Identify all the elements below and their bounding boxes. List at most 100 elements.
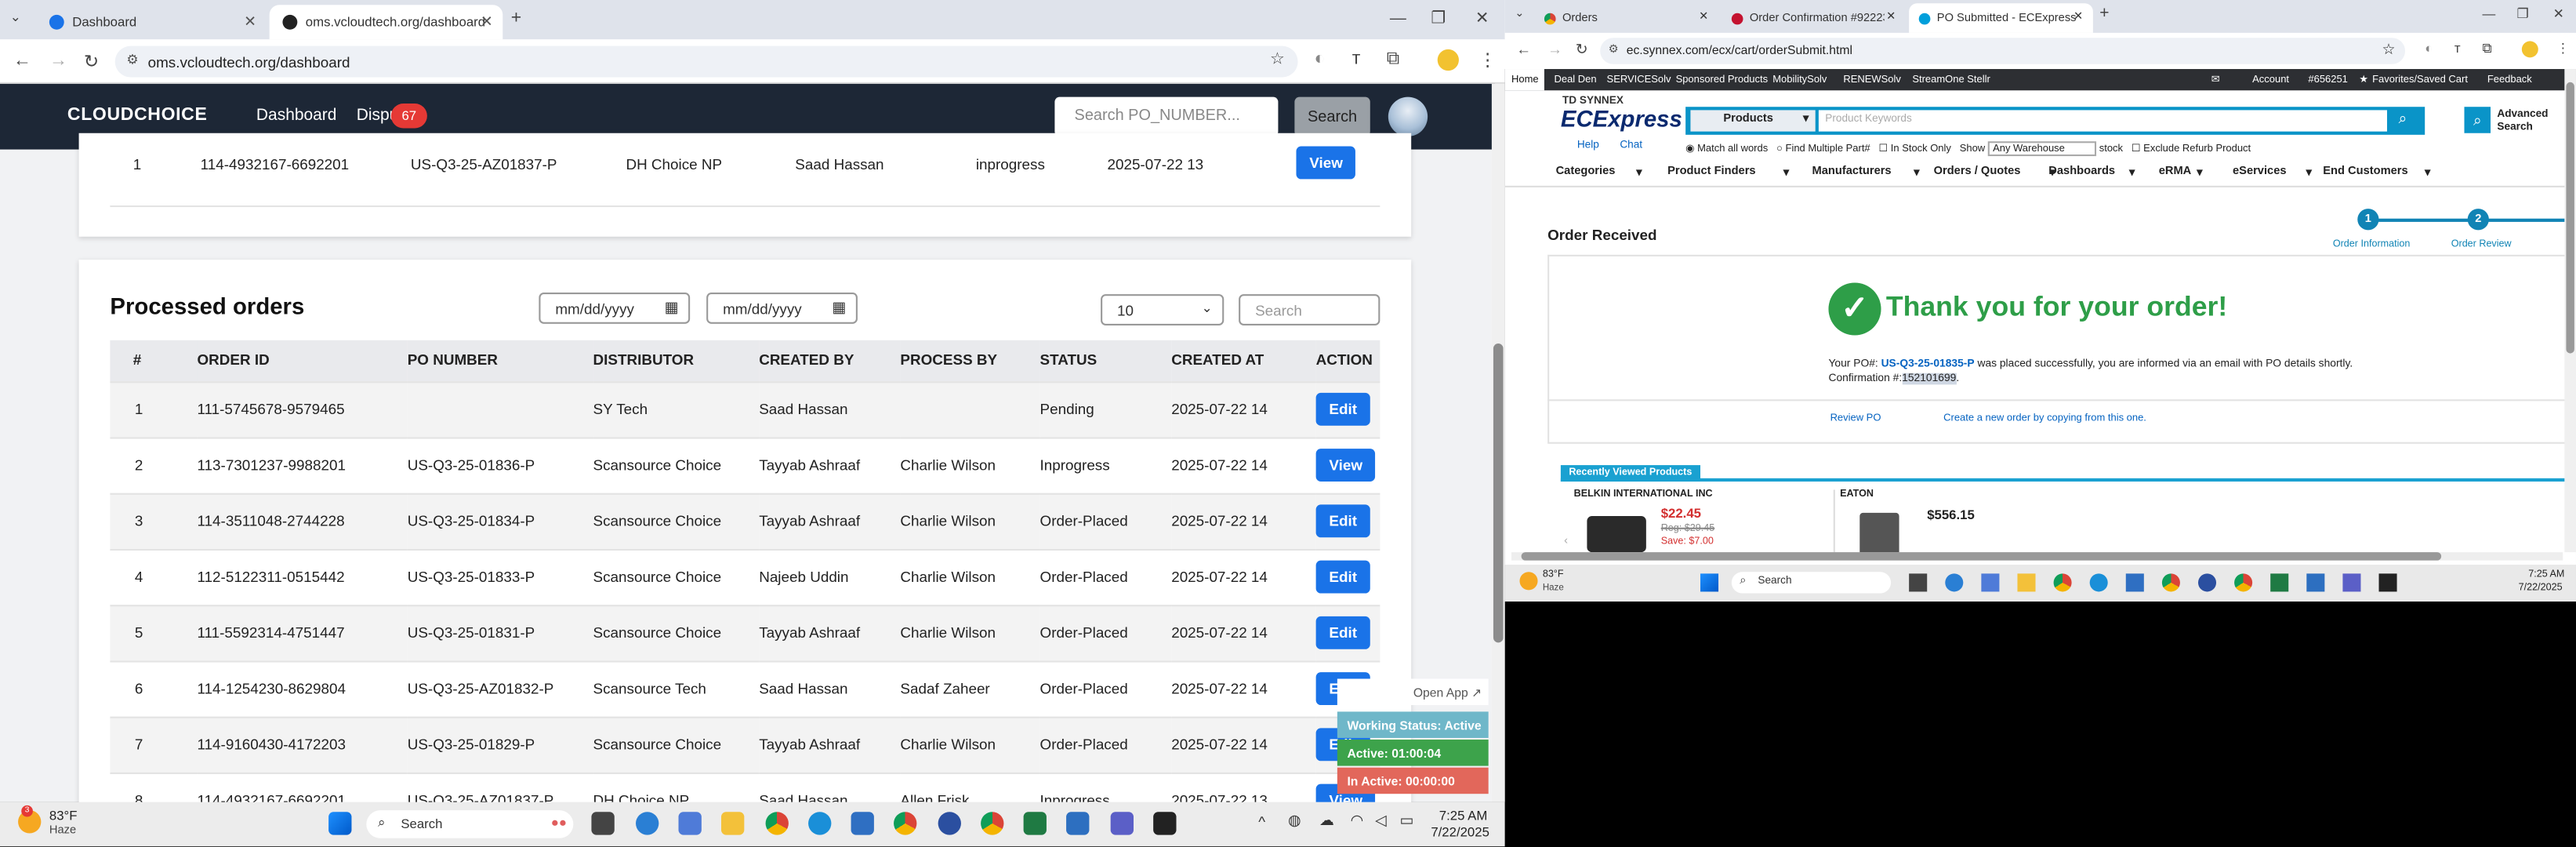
file-explorer-icon[interactable] [2017,573,2036,592]
nav-streamone[interactable]: StreamOne Stellr [1912,74,1990,85]
tray-chevron-up-icon[interactable]: ^ [1258,813,1265,830]
tab-dashboard[interactable]: Dashboard ✕ [36,5,266,39]
keyword-input[interactable]: Product Keywords [1818,110,2387,132]
excel-icon[interactable] [1023,812,1047,835]
menu-dashboards[interactable]: Dashboards [2048,166,2115,178]
close-tab-icon[interactable]: ✕ [1886,10,1896,24]
scrollbar-thumb[interactable] [1493,343,1504,643]
photos-icon[interactable] [1066,812,1090,835]
chrome-profile-icon[interactable] [2161,573,2180,592]
close-tab-icon[interactable]: ✕ [481,13,493,31]
teams-icon[interactable] [1110,812,1134,835]
nav-account[interactable]: Account [2252,74,2289,85]
weather-sun-icon[interactable] [1519,572,1538,591]
edge-icon[interactable] [1945,573,1964,592]
match-all-radio-icon[interactable]: ◉ [1685,143,1694,154]
product-1-image[interactable] [1587,516,1646,553]
terminal-icon[interactable] [2378,573,2397,592]
nav-mobilitysolv[interactable]: MobilitySolv [1772,74,1827,85]
photos-icon[interactable] [2306,573,2325,592]
outlook-icon[interactable] [2125,573,2144,592]
site-info-icon[interactable]: ⚙ [126,53,138,67]
open-app-link[interactable]: Open App ↗ [1337,678,1489,706]
close-tab-icon[interactable]: ✕ [1699,10,1708,24]
search-icon[interactable]: ⌕ [2399,110,2407,128]
help-link[interactable]: Help [1577,140,1599,151]
app-icon[interactable] [938,812,961,835]
calendar-icon[interactable]: ▦ [665,299,679,317]
tray-app-icon[interactable]: ◍ [1288,812,1301,830]
new-tab-button[interactable]: + [511,8,521,27]
nav-dashboard[interactable]: Dashboard [256,107,337,125]
menu-product-finders[interactable]: Product Finders [1667,166,1756,178]
reader-icon[interactable]: ᴛ [2454,41,2461,56]
extension-icon[interactable]: ◐ [1315,49,1326,69]
clock-date[interactable]: 7/22/2025 [2519,583,2563,594]
tab-po-submitted[interactable]: PO Submitted - ECExpress - TD ✕ [1909,3,2093,33]
app-icon[interactable] [2197,573,2217,592]
edit-button[interactable]: Edit [1315,616,1370,649]
copy-order-link[interactable]: Create a new order by copying from this … [1943,413,2146,424]
nav-sponsored-products[interactable]: Sponsored Products [1676,74,1769,85]
minimize-icon[interactable]: — [1390,10,1406,28]
chrome-profile-2-icon[interactable] [981,812,1004,835]
nav-favorites[interactable]: Favorites/Saved Cart [2372,74,2468,85]
windows-start-icon[interactable] [328,812,352,835]
taskbar-search[interactable]: ⌕ Search ●● [366,810,574,838]
kebab-menu-icon[interactable]: ⋮ [1478,49,1497,71]
volume-icon[interactable]: ◁ [1375,812,1387,830]
file-explorer-icon[interactable] [720,812,745,835]
site-info-icon[interactable]: ⚙ [1609,42,1619,56]
chrome-profile-2-icon[interactable] [2234,573,2253,592]
menu-categories[interactable]: Categories [1556,166,1616,178]
horizontal-scrollbar[interactable] [1511,552,2563,561]
kebab-menu-icon[interactable]: ⋮ [2556,41,2570,56]
chrome-profile-icon[interactable] [894,812,917,835]
edge-icon[interactable] [636,812,659,835]
product-category-select[interactable]: Products ▾ [1690,110,1816,132]
edit-button[interactable]: Edit [1315,392,1370,426]
restore-icon[interactable]: ❐ [2517,6,2529,21]
profile-avatar-icon[interactable] [2521,41,2538,58]
terminal-icon[interactable] [1153,812,1177,835]
tab-menu-chevron-icon[interactable]: ⌄ [10,10,21,25]
calendar-icon[interactable]: ▦ [832,299,846,317]
profile-avatar-icon[interactable] [1437,49,1459,71]
tab-menu-chevron-icon[interactable]: ⌄ [1515,6,1524,20]
view-button[interactable]: View [1315,449,1376,482]
calculator-icon[interactable] [678,812,702,835]
menu-erma[interactable]: eRMA [2159,166,2192,178]
extensions-puzzle-icon[interactable]: ⧉ [2483,41,2492,57]
reader-icon[interactable]: ᴛ [1352,49,1361,69]
clock-time[interactable]: 7:25 AM [1439,809,1488,823]
chrome-icon[interactable] [765,812,789,835]
review-po-link[interactable]: Review PO [1830,413,1881,424]
new-tab-button[interactable]: + [2099,5,2109,23]
po-number-link[interactable]: US-Q3-25-01835-P [1881,358,1975,370]
teams-icon[interactable] [2342,573,2361,592]
edge-browser-icon[interactable] [808,812,832,835]
forward-icon[interactable]: → [49,51,67,71]
close-tab-icon[interactable]: ✕ [244,13,256,31]
cloudchoice-logo[interactable]: CLOUDCHOICE [67,105,208,125]
close-window-icon[interactable]: ✕ [2553,6,2564,21]
edit-button[interactable]: Edit [1315,560,1370,594]
clock-time[interactable]: 7:25 AM [2528,570,2564,580]
vertical-scrollbar[interactable] [2564,69,2576,553]
extensions-puzzle-icon[interactable]: ⧉ [1387,49,1399,71]
warehouse-select[interactable]: Any Warehouse [1987,141,2097,157]
tab-orders[interactable]: Orders ✕ [1534,3,1718,33]
menu-manufacturers[interactable]: Manufacturers [1812,166,1892,178]
wifi-icon[interactable]: ◠ [1351,812,1363,830]
extension-icon[interactable]: ◐ [2425,41,2433,56]
bookmark-star-icon[interactable]: ☆ [2382,41,2396,59]
minimize-icon[interactable]: — [2483,6,2496,21]
address-input[interactable]: ⚙ oms.vcloudtech.org/dashboard ☆ [114,45,1298,78]
excel-icon[interactable] [2270,573,2289,592]
advanced-search-icon[interactable]: ⌕ [2464,107,2491,133]
po-search-input[interactable]: Search PO_NUMBER... [1054,96,1279,136]
exclude-refurb-checkbox-icon[interactable]: ☐ [2132,143,2141,154]
menu-end-customers[interactable]: End Customers [2323,166,2407,178]
outlook-icon[interactable] [851,812,874,835]
table-search-input[interactable]: Search [1239,294,1381,325]
